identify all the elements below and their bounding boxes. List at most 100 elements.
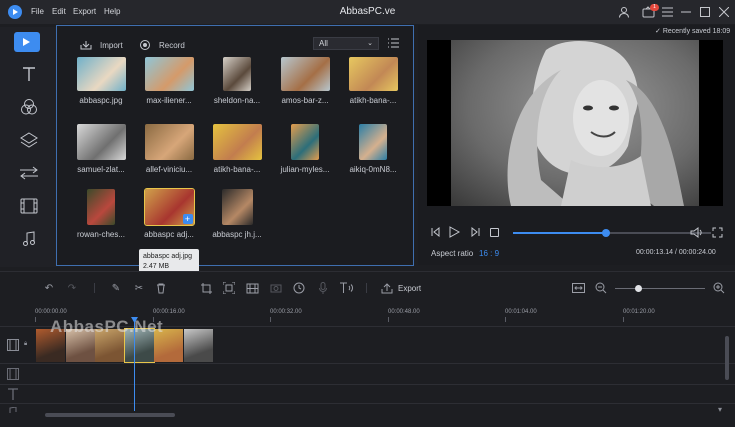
previous-frame-icon[interactable] xyxy=(431,226,441,239)
music-tab-icon[interactable] xyxy=(14,228,44,250)
ruler-tick-mark xyxy=(623,317,624,322)
media-thumbnail[interactable] xyxy=(221,189,253,225)
progress-fill xyxy=(513,232,607,234)
zoom-slider-handle[interactable] xyxy=(635,285,642,292)
media-thumbnail[interactable] xyxy=(76,57,126,91)
menu-edit[interactable]: Edit xyxy=(52,7,66,16)
progress-handle[interactable] xyxy=(602,229,611,237)
media-thumbnail[interactable] xyxy=(291,124,319,160)
overlays-tab-icon[interactable] xyxy=(14,129,44,151)
mosaic-icon[interactable] xyxy=(245,281,259,295)
media-thumbnail[interactable] xyxy=(280,57,330,91)
list-view-icon[interactable] xyxy=(388,38,399,50)
media-thumbnail[interactable] xyxy=(212,124,262,160)
crop-icon[interactable] xyxy=(199,281,213,295)
record-icon[interactable] xyxy=(140,40,150,50)
time-display: 00:00:13.14 / 00:00:24.00 xyxy=(636,249,716,256)
import-icon[interactable] xyxy=(80,40,92,52)
ruler-tick-label: 00:01:04.00 xyxy=(505,309,537,315)
fit-timeline-icon[interactable] xyxy=(571,281,585,295)
export-button[interactable]: Export xyxy=(398,284,421,293)
split-icon[interactable]: ✂ xyxy=(132,281,146,295)
filter-select-value: All xyxy=(319,39,328,48)
media-thumbnail[interactable] xyxy=(348,57,398,91)
microphone-icon[interactable] xyxy=(316,281,330,295)
overlay-track-icon xyxy=(7,368,19,382)
add-to-timeline-icon[interactable]: + xyxy=(182,214,193,224)
timeline-clip[interactable] xyxy=(183,329,213,362)
text-tab-icon[interactable] xyxy=(14,63,44,85)
media-item-label: aikiq-0mN8... xyxy=(349,165,397,174)
music-track-icon xyxy=(7,406,17,417)
menu-help[interactable]: Help xyxy=(104,7,120,16)
divider xyxy=(94,283,95,293)
ruler-tick-mark xyxy=(505,317,506,322)
track-lock-icon[interactable]: 🔒︎ xyxy=(24,341,27,348)
ruler-tick-label: 00:01:20.00 xyxy=(623,309,655,315)
media-thumbnail[interactable] xyxy=(359,124,387,160)
text-track-icon xyxy=(7,388,19,402)
elements-tab-icon[interactable] xyxy=(14,195,44,217)
check-icon: ✓ xyxy=(655,28,661,35)
scroll-down-icon[interactable]: ▾ xyxy=(718,405,722,414)
zoom-fit-icon[interactable] xyxy=(222,281,236,295)
media-thumbnail[interactable] xyxy=(87,189,115,225)
ruler-tick-label: 00:00:00.00 xyxy=(35,309,67,315)
app-logo-icon xyxy=(8,5,22,19)
track-divider xyxy=(0,403,735,404)
media-item-label: abbaspc.jpg xyxy=(79,96,123,105)
ruler-tick-label: 00:00:32.00 xyxy=(270,309,302,315)
transitions-tab-icon[interactable] xyxy=(14,162,44,184)
media-thumbnail[interactable] xyxy=(76,124,126,160)
volume-icon[interactable] xyxy=(690,227,703,240)
record-button[interactable]: Record xyxy=(159,41,185,50)
stop-icon[interactable] xyxy=(490,228,499,237)
zoom-slider-track[interactable] xyxy=(615,288,705,289)
timeline-horizontal-scrollbar[interactable] xyxy=(45,413,175,417)
playhead[interactable] xyxy=(134,319,135,411)
media-thumbnail[interactable] xyxy=(144,57,194,91)
track-divider xyxy=(0,363,735,364)
delete-icon[interactable] xyxy=(154,281,168,295)
preview-image xyxy=(451,40,699,206)
media-item-label: atikh-bana-... xyxy=(213,165,261,174)
menu-file[interactable]: File xyxy=(31,7,44,16)
zoom-out-icon[interactable] xyxy=(594,281,608,295)
minimize-icon[interactable] xyxy=(679,5,693,19)
account-icon[interactable] xyxy=(617,5,631,19)
export-icon[interactable] xyxy=(380,281,394,295)
snapshot-icon[interactable] xyxy=(269,281,283,295)
next-frame-icon[interactable] xyxy=(470,226,480,239)
import-button[interactable]: Import xyxy=(100,41,123,50)
media-thumbnail[interactable] xyxy=(223,57,251,91)
media-item-label: sheldon-na... xyxy=(213,96,261,105)
undo-icon[interactable]: ↶ xyxy=(42,281,56,295)
menu-lines-icon[interactable] xyxy=(660,5,674,19)
close-icon[interactable] xyxy=(717,5,731,19)
media-item-label: rowan-ches... xyxy=(76,230,126,239)
duration-clock-icon[interactable] xyxy=(292,281,306,295)
text-to-speech-icon[interactable] xyxy=(339,281,355,295)
menu-export[interactable]: Export xyxy=(73,7,96,16)
edit-pen-icon[interactable]: ✎ xyxy=(109,281,123,295)
media-thumbnail[interactable]: + xyxy=(143,188,195,226)
play-icon[interactable] xyxy=(449,226,461,240)
zoom-in-icon[interactable] xyxy=(712,281,726,295)
media-item-label: amos-bar-z... xyxy=(281,96,329,105)
divider xyxy=(366,283,367,293)
ruler-tick-mark xyxy=(35,317,36,322)
aspect-ratio-select[interactable]: 16 : 9 xyxy=(479,249,499,258)
media-tab-icon[interactable] xyxy=(14,32,40,52)
ruler-tick-mark xyxy=(270,317,271,322)
filter-select[interactable]: All ⌄ xyxy=(313,37,379,50)
media-thumbnail[interactable] xyxy=(144,124,194,160)
saved-status: ✓ Recently saved 18:09 xyxy=(655,28,731,35)
filters-tab-icon[interactable] xyxy=(14,96,44,118)
timeline-vertical-scrollbar[interactable] xyxy=(725,336,729,380)
media-item-label: max-iliener... xyxy=(146,96,192,105)
maximize-icon[interactable] xyxy=(698,5,712,19)
redo-icon[interactable]: ↷ xyxy=(65,281,79,295)
media-item-label: julian-myles... xyxy=(280,165,330,174)
fullscreen-icon[interactable] xyxy=(712,227,723,240)
media-item-label: abbaspc jh.j... xyxy=(212,230,262,239)
